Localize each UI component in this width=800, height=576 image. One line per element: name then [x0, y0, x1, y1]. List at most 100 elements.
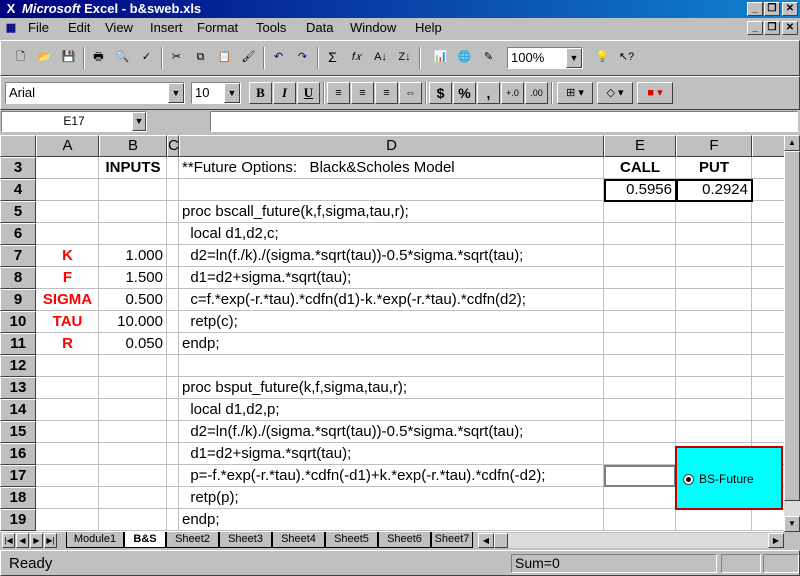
cell-e6[interactable]	[604, 223, 676, 245]
undo-icon[interactable]: ↶	[267, 47, 290, 69]
cell-f10[interactable]	[676, 311, 752, 333]
cell-a13[interactable]	[36, 377, 99, 399]
paste-icon[interactable]: 📋	[213, 47, 236, 69]
sheet-tab-sheet6[interactable]: Sheet6	[378, 532, 431, 548]
scroll-right-icon[interactable]: ▶	[768, 533, 784, 548]
cell-e14[interactable]	[604, 399, 676, 421]
excel-app-icon[interactable]: X	[3, 1, 19, 17]
cell-d11[interactable]	[179, 333, 604, 355]
font-size-combo[interactable]: 10 ▼	[191, 82, 241, 104]
align-right-icon[interactable]: ≡	[375, 82, 398, 104]
column-header-g[interactable]	[752, 135, 784, 157]
percent-button[interactable]: %	[453, 82, 476, 104]
cell-b6[interactable]	[99, 223, 167, 245]
cell-c15[interactable]	[167, 421, 179, 443]
row-header[interactable]: 8	[0, 267, 36, 289]
cell-g15[interactable]	[752, 421, 784, 443]
tip-wizard-icon[interactable]: 💡	[591, 47, 614, 69]
last-sheet-icon[interactable]: ▶|	[44, 533, 57, 548]
row-header[interactable]: 5	[0, 201, 36, 223]
cell-c16[interactable]	[167, 443, 179, 465]
row-header[interactable]: 15	[0, 421, 36, 443]
cell-g5[interactable]	[752, 201, 784, 223]
worksheet-grid[interactable]: A B C D E F 3 INPUTS **Future Options: Bla…	[0, 135, 784, 532]
restore-button[interactable]: ❐	[764, 2, 780, 16]
cell-e12[interactable]	[604, 355, 676, 377]
spelling-icon[interactable]: ✓	[135, 47, 158, 69]
cell-g19[interactable]	[752, 509, 784, 531]
row-header[interactable]: 13	[0, 377, 36, 399]
row-header[interactable]: 3	[0, 157, 36, 179]
cell-c19[interactable]	[167, 509, 179, 531]
cell-f13[interactable]	[676, 377, 752, 399]
vertical-scroll-thumb[interactable]	[784, 151, 800, 501]
decrease-decimal-button[interactable]: .00	[525, 82, 548, 104]
cell-c4[interactable]	[167, 179, 179, 201]
menu-tools[interactable]: Tools	[256, 20, 286, 36]
cell-a5[interactable]	[36, 201, 99, 223]
copy-icon[interactable]: ⧉	[189, 47, 212, 69]
cell-a4[interactable]	[36, 179, 99, 201]
cell-b19[interactable]	[99, 509, 167, 531]
sheet-tab-sheet7[interactable]: Sheet7	[431, 532, 473, 548]
cell-b12[interactable]	[99, 355, 167, 377]
column-header-d[interactable]: D	[179, 135, 604, 157]
new-file-icon[interactable]: 🗋	[9, 47, 32, 69]
scroll-down-icon[interactable]: ▼	[784, 516, 800, 532]
row-header[interactable]: 17	[0, 465, 36, 487]
scroll-up-icon[interactable]: ▲	[784, 135, 800, 151]
font-dropdown-icon[interactable]: ▼	[168, 83, 184, 103]
cell-f9[interactable]	[676, 289, 752, 311]
row-header[interactable]: 14	[0, 399, 36, 421]
help-pointer-icon[interactable]: ↖?	[615, 47, 638, 69]
cell-f12[interactable]	[676, 355, 752, 377]
cell-g13[interactable]	[752, 377, 784, 399]
cell-b17[interactable]	[99, 465, 167, 487]
cell-f11[interactable]	[676, 333, 752, 355]
close-button[interactable]: ✕	[782, 2, 798, 16]
cell-a16[interactable]	[36, 443, 99, 465]
doc-minimize-button[interactable]: _	[747, 21, 763, 35]
sheet-tab-sheet2[interactable]: Sheet2	[166, 532, 219, 548]
cell-c11[interactable]	[167, 333, 179, 355]
cell-f7[interactable]	[676, 245, 752, 267]
cell-c18[interactable]	[167, 487, 179, 509]
doc-restore-button[interactable]: ❐	[764, 21, 780, 35]
menu-edit[interactable]: Edit	[68, 20, 90, 36]
cell-g14[interactable]	[752, 399, 784, 421]
save-icon[interactable]: 💾	[57, 47, 80, 69]
horizontal-scrollbar[interactable]: ◀ ▶	[478, 533, 784, 548]
cell-g4[interactable]	[752, 179, 784, 201]
comma-button[interactable]: ,	[477, 82, 500, 104]
cell-b4[interactable]	[99, 179, 167, 201]
workbook-icon[interactable]: ▦	[3, 20, 19, 36]
cell-e18[interactable]	[604, 487, 676, 509]
cell-a17[interactable]	[36, 465, 99, 487]
cell-c5[interactable]	[167, 201, 179, 223]
cell-f8[interactable]	[676, 267, 752, 289]
cell-c6[interactable]	[167, 223, 179, 245]
cell-a6[interactable]	[36, 223, 99, 245]
cell-a3[interactable]	[36, 157, 99, 179]
fill-color-icon[interactable]: ◇ ▾	[597, 82, 633, 104]
cell-a19[interactable]	[36, 509, 99, 531]
row-header[interactable]: 4	[0, 179, 36, 201]
cell-f19[interactable]	[676, 509, 752, 531]
next-sheet-icon[interactable]: ▶	[30, 533, 43, 548]
cell-f14[interactable]	[676, 399, 752, 421]
cell-e10[interactable]	[604, 311, 676, 333]
cell-c14[interactable]	[167, 399, 179, 421]
scroll-left-icon[interactable]: ◀	[478, 533, 494, 548]
column-header-b[interactable]: B	[99, 135, 167, 157]
italic-button[interactable]: I	[273, 82, 296, 104]
cell-d12[interactable]	[179, 355, 604, 377]
name-box[interactable]: E17 ▼	[1, 111, 147, 132]
menu-view[interactable]: View	[105, 20, 133, 36]
map-icon[interactable]: 🌐	[453, 47, 476, 69]
cell-e19[interactable]	[604, 509, 676, 531]
autosum-icon[interactable]: Σ	[321, 47, 344, 69]
cell-b15[interactable]	[99, 421, 167, 443]
vertical-scrollbar[interactable]: ▲ ▼	[784, 135, 800, 532]
menu-insert[interactable]: Insert	[150, 20, 183, 36]
cell-b13[interactable]	[99, 377, 167, 399]
